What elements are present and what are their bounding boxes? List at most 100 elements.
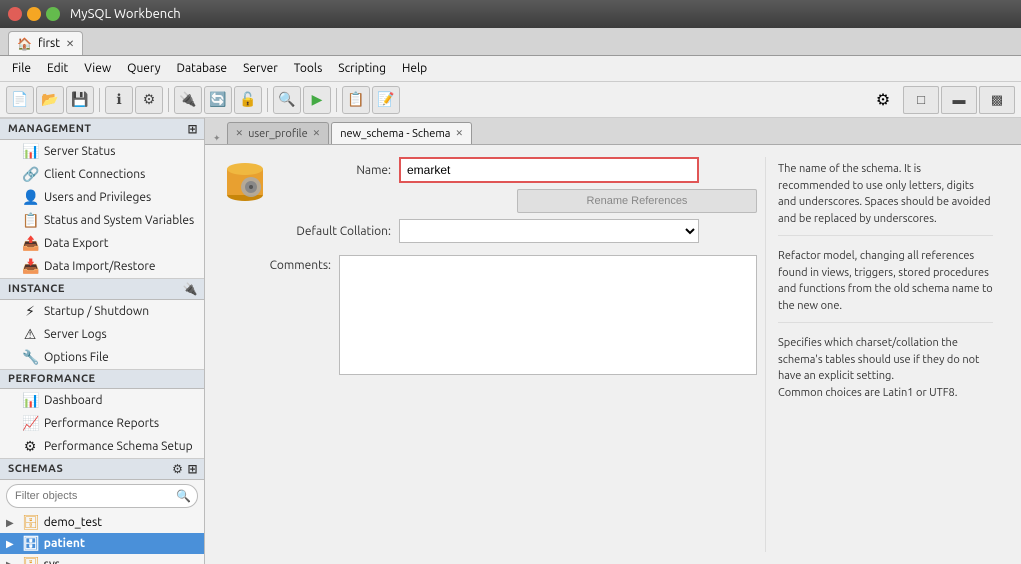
- execute-button[interactable]: ▶: [303, 86, 331, 114]
- menu-help[interactable]: Help: [394, 60, 435, 77]
- connect-button[interactable]: 🔌: [174, 86, 202, 114]
- info-section-1: The name of the schema. It is recommende…: [778, 161, 993, 236]
- tab-close-x3[interactable]: ✕: [455, 128, 463, 139]
- rename-references-button[interactable]: Rename References: [517, 189, 757, 213]
- options-file-icon: 🔧: [22, 349, 38, 366]
- menu-database[interactable]: Database: [169, 60, 236, 77]
- toolbar-separator-4: [336, 88, 337, 112]
- comments-textarea[interactable]: [339, 255, 757, 375]
- sidebar-item-status-system[interactable]: 📋 Status and System Variables: [0, 209, 204, 232]
- schema-arrow-icon: ▶: [6, 559, 18, 564]
- inner-tab-new-schema[interactable]: new_schema - Schema ✕: [331, 122, 472, 144]
- info-button[interactable]: ℹ: [105, 86, 133, 114]
- sidebar-item-data-import[interactable]: 📥 Data Import/Restore: [0, 255, 204, 278]
- sidebar-item-startup-shutdown[interactable]: ⚡ Startup / Shutdown: [0, 300, 204, 323]
- menu-query[interactable]: Query: [119, 60, 168, 77]
- collation-select[interactable]: [399, 219, 699, 243]
- instance-label: INSTANCE: [8, 283, 65, 295]
- sidebar-item-label: Startup / Shutdown: [44, 305, 149, 318]
- maximize-button[interactable]: [46, 7, 60, 21]
- info-section-2: Refactor model, changing all references …: [778, 248, 993, 323]
- schema-arrow-icon: ▶: [6, 538, 18, 550]
- schemas-actions[interactable]: ⚙ ⊞: [172, 462, 198, 476]
- collation-row: Default Collation:: [281, 219, 757, 243]
- new-file-button[interactable]: 📄: [6, 86, 34, 114]
- view-btn-2[interactable]: ▬: [941, 86, 977, 114]
- filter-box[interactable]: 🔍: [6, 484, 198, 508]
- sidebar-item-data-export[interactable]: 📤 Data Export: [0, 232, 204, 255]
- schemas-section-header: SCHEMAS ⚙ ⊞: [0, 458, 204, 480]
- sidebar-item-server-logs[interactable]: ⚠ Server Logs: [0, 323, 204, 346]
- schema-item-demo-test[interactable]: ▶ 🗄 demo_test: [0, 512, 204, 533]
- open-button[interactable]: 📂: [36, 86, 64, 114]
- tab-close-icon[interactable]: ✕: [66, 38, 74, 50]
- disconnect-button[interactable]: 🔓: [234, 86, 262, 114]
- sidebar-item-users-privileges[interactable]: 👤 Users and Privileges: [0, 186, 204, 209]
- schema-label: patient: [44, 537, 200, 550]
- sql-editor-button[interactable]: 📝: [372, 86, 400, 114]
- schema-item-patient[interactable]: ▶ 🗄 patient: [0, 533, 204, 554]
- name-field-row: Name:: [281, 157, 757, 183]
- toolbar-separator-3: [267, 88, 268, 112]
- sidebar-item-label: Performance Schema Setup: [44, 440, 193, 453]
- schemas-expand-icon[interactable]: ⊞: [187, 462, 198, 476]
- menu-edit[interactable]: Edit: [39, 60, 76, 77]
- view-btn-3[interactable]: ▩: [979, 86, 1015, 114]
- tab-close-x[interactable]: ✕: [236, 128, 244, 139]
- schema-arrow-icon: ▶: [6, 517, 18, 529]
- performance-reports-icon: 📈: [22, 415, 38, 432]
- menu-file[interactable]: File: [4, 60, 39, 77]
- instance-expand-icon[interactable]: 🔌: [183, 282, 198, 296]
- dashboard-icon: 📊: [22, 392, 38, 409]
- collation-label: Default Collation:: [281, 225, 391, 238]
- inner-tab-label: user_profile: [248, 128, 308, 140]
- schema-item-sys[interactable]: ▶ 🗄 sys: [0, 554, 204, 564]
- new-tab-icon[interactable]: ✦: [209, 133, 225, 144]
- sidebar-item-dashboard[interactable]: 📊 Dashboard: [0, 389, 204, 412]
- menu-view[interactable]: View: [76, 60, 119, 77]
- comments-area: Comments:: [221, 255, 757, 552]
- name-label: Name:: [281, 164, 391, 177]
- window-controls[interactable]: [8, 7, 60, 21]
- schemas-add-icon[interactable]: ⚙: [172, 462, 183, 476]
- menu-tools[interactable]: Tools: [286, 60, 331, 77]
- performance-schema-setup-icon: ⚙: [22, 438, 38, 455]
- menu-server[interactable]: Server: [235, 60, 286, 77]
- info-text-1: The name of the schema. It is recommende…: [778, 163, 991, 225]
- tab-close-x2[interactable]: ✕: [313, 128, 321, 139]
- close-button[interactable]: [8, 7, 22, 21]
- sidebar-item-label: Performance Reports: [44, 417, 159, 430]
- management-label: MANAGEMENT: [8, 123, 92, 135]
- save-button[interactable]: 💾: [66, 86, 94, 114]
- gear-icon[interactable]: ⚙: [869, 86, 897, 114]
- schema-db-icon: 🗄: [22, 514, 40, 531]
- filter-search-icon: 🔍: [176, 489, 191, 503]
- schema-label: sys: [44, 558, 200, 564]
- view-btn-1[interactable]: □: [903, 86, 939, 114]
- sidebar-item-performance-reports[interactable]: 📈 Performance Reports: [0, 412, 204, 435]
- tab-label: first: [38, 37, 60, 50]
- management-expand-icon[interactable]: ⊞: [187, 122, 198, 136]
- schema-editor: Name: Rename References Default Collatio…: [205, 145, 1021, 564]
- settings-button[interactable]: ⚙: [135, 86, 163, 114]
- filter-input[interactable]: [6, 484, 198, 508]
- main-tab-first[interactable]: 🏠 first ✕: [8, 31, 83, 55]
- menu-scripting[interactable]: Scripting: [330, 60, 394, 77]
- schema-inspector-button[interactable]: 🔍: [273, 86, 301, 114]
- sidebar-item-label: Users and Privileges: [44, 191, 151, 204]
- server-logs-icon: ⚠: [22, 326, 38, 343]
- reconnect-button[interactable]: 🔄: [204, 86, 232, 114]
- sidebar-item-options-file[interactable]: 🔧 Options File: [0, 346, 204, 369]
- sidebar-item-label: Options File: [44, 351, 109, 364]
- name-input[interactable]: [399, 157, 699, 183]
- sidebar-item-server-status[interactable]: 📊 Server Status: [0, 140, 204, 163]
- server-status-icon: 📊: [22, 143, 38, 160]
- status-system-icon: 📋: [22, 212, 38, 229]
- editor-form: Name: Rename References Default Collatio…: [221, 157, 757, 552]
- view-buttons: □ ▬ ▩: [903, 86, 1015, 114]
- sidebar-item-performance-schema-setup[interactable]: ⚙ Performance Schema Setup: [0, 435, 204, 458]
- minimize-button[interactable]: [27, 7, 41, 21]
- sidebar-item-client-connections[interactable]: 🔗 Client Connections: [0, 163, 204, 186]
- inner-tab-user-profile[interactable]: ✕ user_profile ✕: [227, 122, 330, 144]
- new-schema-button[interactable]: 📋: [342, 86, 370, 114]
